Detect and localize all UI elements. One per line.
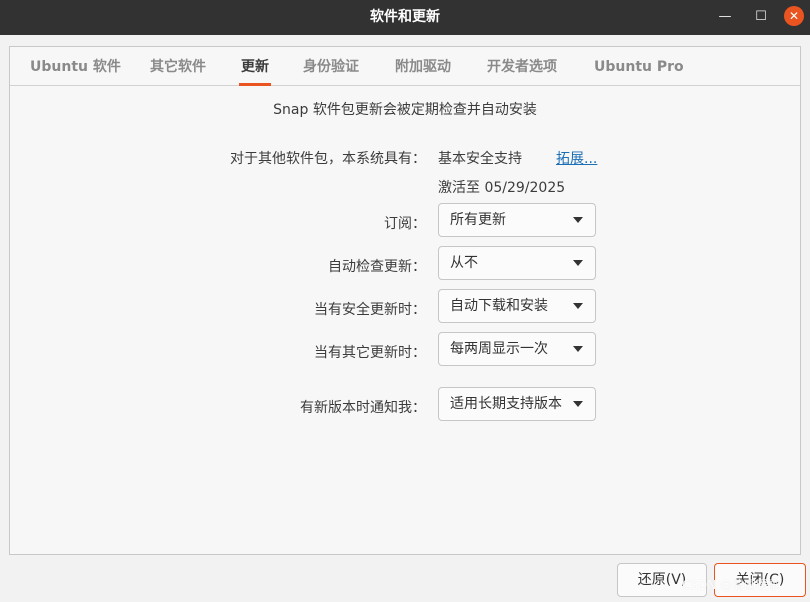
subscribe-dropdown[interactable]: 所有更新 (438, 203, 596, 237)
tab-developer-options[interactable]: 开发者选项 (487, 47, 557, 85)
expand-link[interactable]: 拓展... (556, 148, 597, 168)
auto-check-label: 自动检查更新： (328, 259, 426, 275)
maximize-icon[interactable]: ☐ (750, 6, 772, 28)
other-updates-selected: 每两周显示一次 (450, 341, 548, 357)
tab-other-software[interactable]: 其它软件 (150, 47, 206, 85)
security-updates-selected: 自动下载和安装 (450, 298, 548, 314)
other-updates-dropdown[interactable]: 每两周显示一次 (438, 332, 596, 366)
watermark: CSDN @清园暖歌 (682, 578, 781, 592)
settings-notebook: Ubuntu 软件 其它软件 更新 身份验证 附加驱动 开发者选项 Ubuntu… (9, 46, 801, 555)
other-updates-label: 当有其它更新时： (314, 345, 426, 361)
snap-notice: Snap 软件包更新会被定期检查并自动安装 (273, 102, 537, 118)
title-bar: 软件和更新 — ☐ ✕ (0, 0, 810, 35)
auto-check-selected: 从不 (450, 255, 478, 271)
other-packages-label: 对于其他软件包，本系统具有： (230, 151, 426, 167)
notify-selected: 适用长期支持版本 (450, 396, 562, 412)
chevron-down-icon (573, 260, 583, 266)
auto-check-dropdown[interactable]: 从不 (438, 246, 596, 280)
security-updates-dropdown[interactable]: 自动下载和安装 (438, 289, 596, 323)
tab-additional-drivers[interactable]: 附加驱动 (395, 47, 451, 85)
active-until-text: 激活至 05/29/2025 (438, 180, 566, 196)
chevron-down-icon (573, 346, 583, 352)
chevron-down-icon (573, 217, 583, 223)
close-window-icon[interactable]: ✕ (784, 6, 804, 26)
tab-authentication[interactable]: 身份验证 (303, 47, 359, 85)
window-title: 软件和更新 (370, 9, 440, 25)
minimize-icon[interactable]: — (714, 6, 736, 28)
subscribe-label: 订阅： (384, 216, 426, 232)
updates-panel: Snap 软件包更新会被定期检查并自动安装 对于其他软件包，本系统具有： 基本安… (10, 86, 800, 554)
tab-bar: Ubuntu 软件 其它软件 更新 身份验证 附加驱动 开发者选项 Ubuntu… (10, 47, 800, 86)
subscribe-selected: 所有更新 (450, 212, 506, 228)
notify-dropdown[interactable]: 适用长期支持版本 (438, 387, 596, 421)
tab-ubuntu-pro[interactable]: Ubuntu Pro (594, 47, 684, 85)
chevron-down-icon (573, 401, 583, 407)
chevron-down-icon (573, 303, 583, 309)
support-level-value: 基本安全支持 (438, 151, 522, 167)
tab-updates[interactable]: 更新 (239, 47, 271, 86)
security-updates-label: 当有安全更新时： (314, 302, 426, 318)
notify-label: 有新版本时通知我： (300, 400, 426, 416)
tab-ubuntu-software[interactable]: Ubuntu 软件 (30, 47, 121, 85)
